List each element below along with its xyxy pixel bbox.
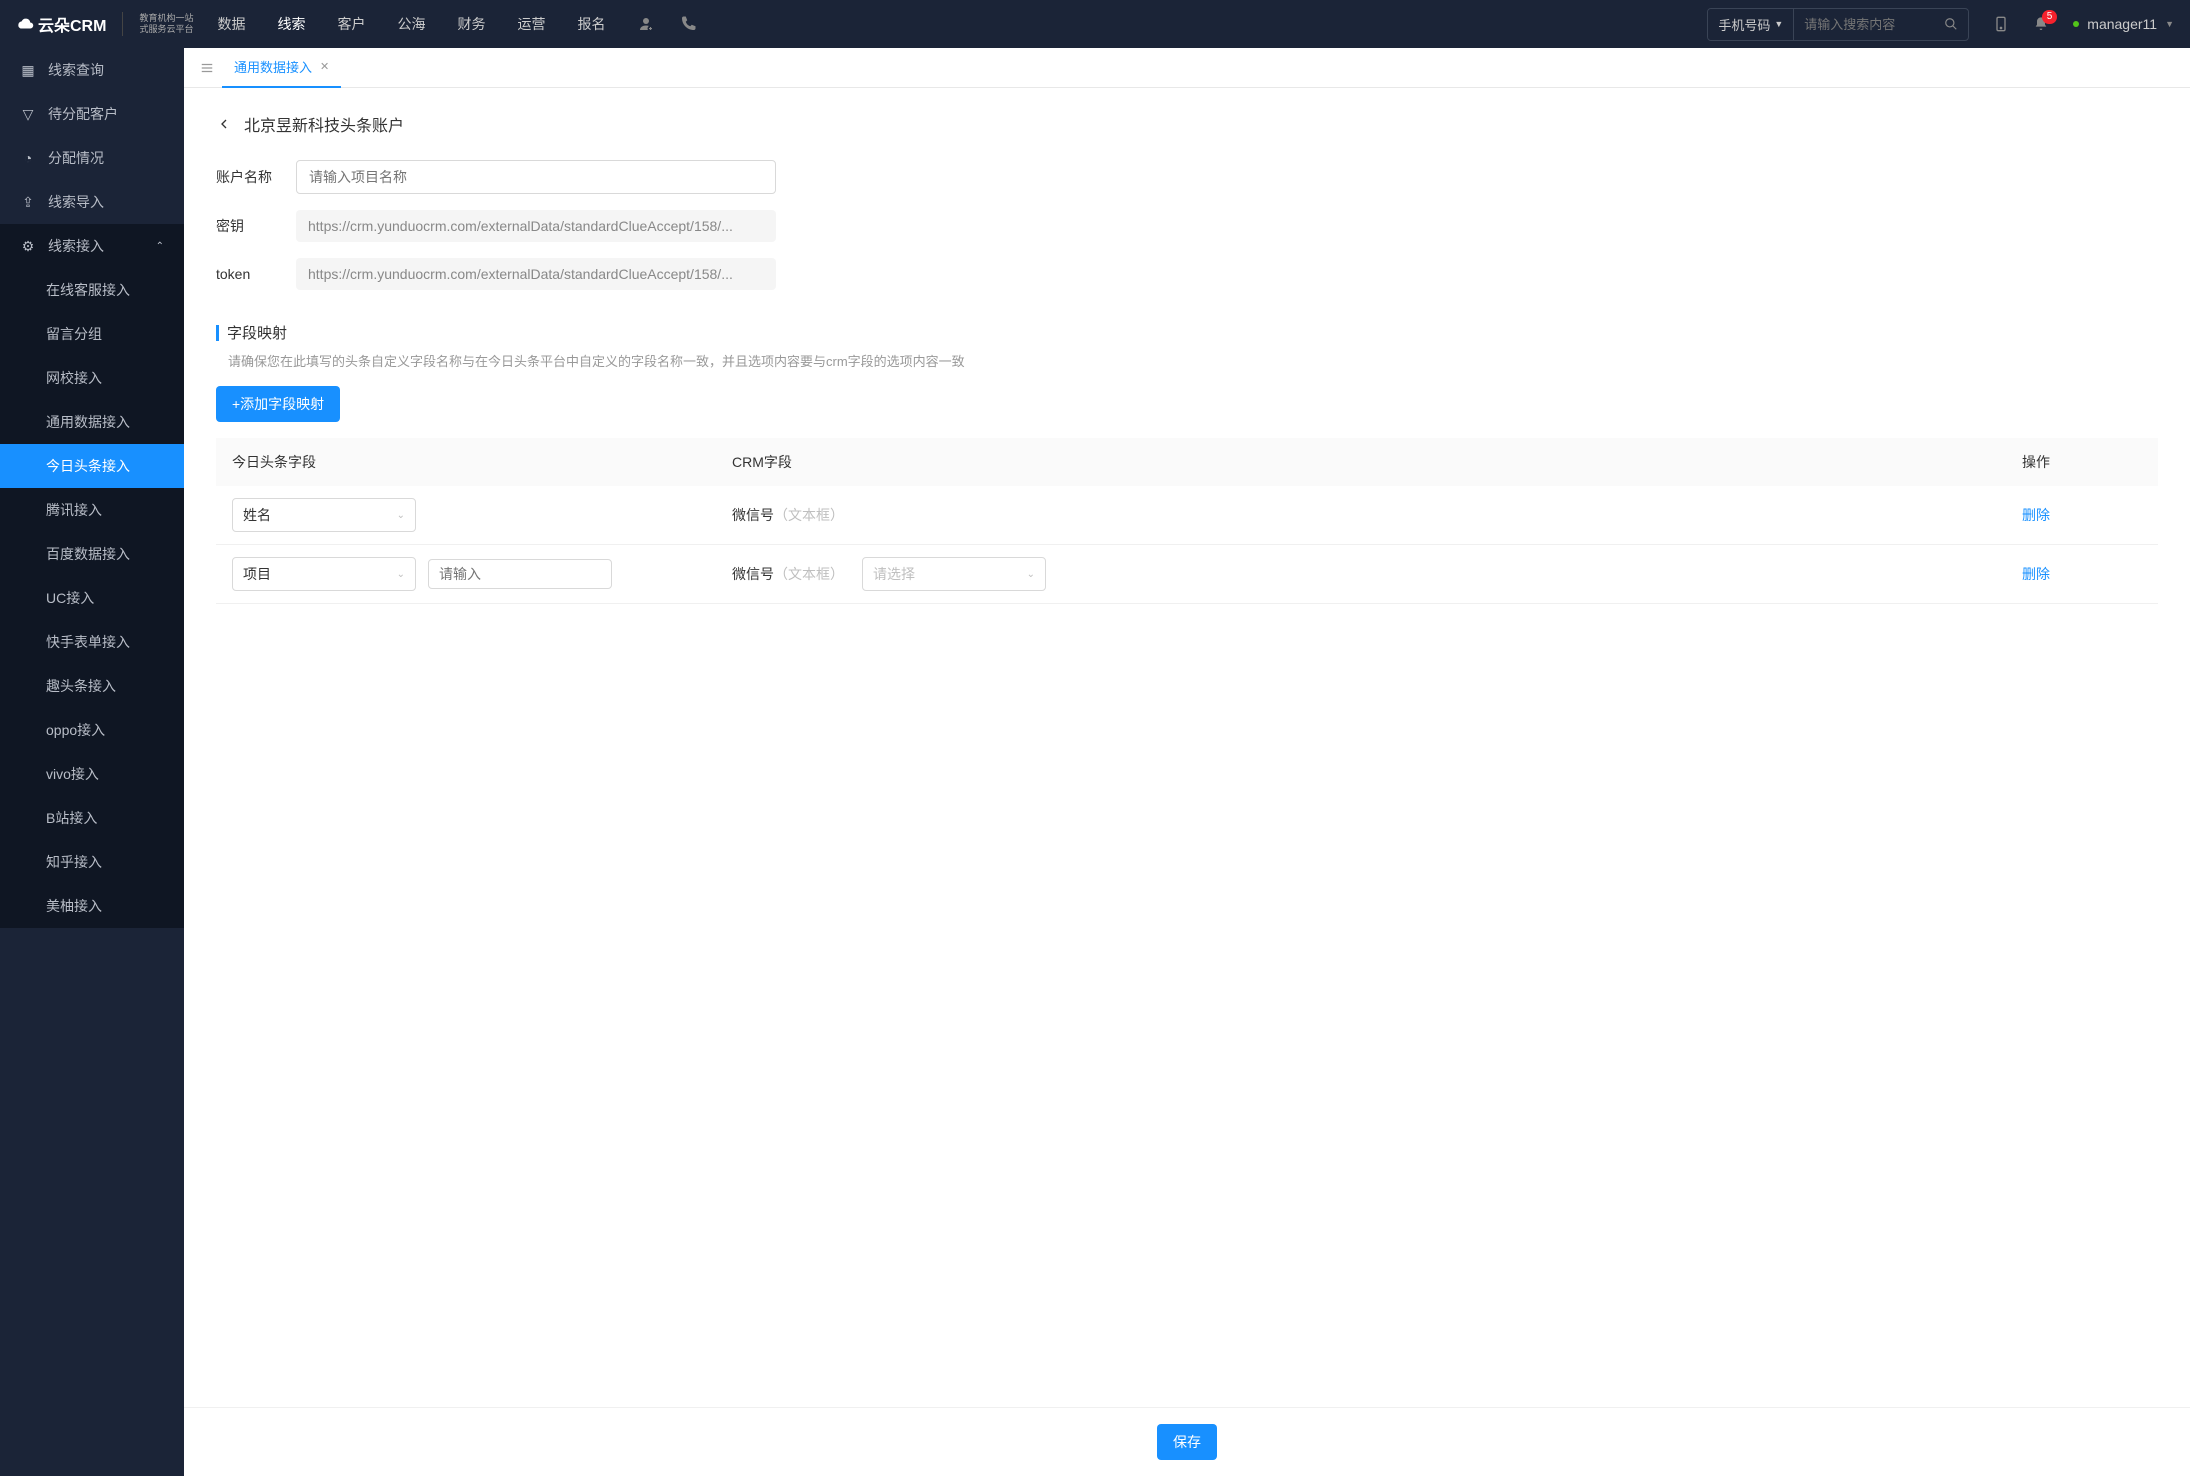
search-box: 手机号码 ▼ <box>1707 8 1969 41</box>
tabs-bar: 通用数据接入 ✕ <box>184 48 2190 88</box>
delete-link[interactable]: 删除 <box>2022 507 2050 523</box>
sidebar-sub-item[interactable]: 美柚接入 <box>46 884 184 928</box>
nav-item-1[interactable]: 线索 <box>277 0 305 48</box>
nav-item-2[interactable]: 客户 <box>337 0 365 48</box>
sidebar-sub-item[interactable]: 趣头条接入 <box>46 664 184 708</box>
footer: 保存 <box>184 1407 2190 1476</box>
th-crm: CRM字段 <box>732 452 2022 472</box>
nav-item-6[interactable]: 报名 <box>577 0 605 48</box>
section-title: 字段映射 <box>216 322 2158 343</box>
sidebar-icon: ▦ <box>20 62 36 79</box>
token-label: token <box>216 266 296 282</box>
nav-item-4[interactable]: 财务 <box>457 0 485 48</box>
token-value: https://crm.yunduocrm.com/externalData/s… <box>296 258 776 290</box>
sidebar-icon: ▽ <box>20 106 36 123</box>
back-arrow-icon[interactable] <box>216 116 232 132</box>
section-hint: 请确保您在此填写的头条自定义字段名称与在今日头条平台中自定义的字段名称一致，并且… <box>228 351 2158 370</box>
breadcrumb: 北京昱新科技头条账户 <box>216 112 2158 136</box>
sidebar-sub-item[interactable]: oppo接入 <box>46 708 184 752</box>
sidebar-label: 线索查询 <box>48 60 104 80</box>
mapping-table: 今日头条字段 CRM字段 操作 姓名⌄微信号（文本框）删除项目⌄微信号（文本框）… <box>216 438 2158 604</box>
sidebar-icon: ⚙ <box>20 238 36 255</box>
sidebar-sub-item[interactable]: UC接入 <box>46 576 184 620</box>
table-row: 姓名⌄ 微信号（文本框） 删除 <box>216 486 2158 545</box>
nav-item-5[interactable]: 运营 <box>517 0 545 48</box>
sidebar-label: 分配情况 <box>48 148 104 168</box>
page-title: 北京昱新科技头条账户 <box>244 112 404 136</box>
nav-item-0[interactable]: 数据 <box>217 0 245 48</box>
notification-bell[interactable]: 5 <box>2033 16 2049 32</box>
close-icon[interactable]: ✕ <box>320 60 329 73</box>
username: manager11 <box>2087 16 2157 32</box>
sidebar-sub-item[interactable]: 在线客服接入 <box>46 268 184 312</box>
user-menu[interactable]: manager11 ▼ <box>2073 16 2174 32</box>
notification-badge: 5 <box>2042 10 2058 24</box>
sidebar-item-3[interactable]: ⇪ 线索导入 <box>0 180 184 224</box>
logo-subtitle: 教育机构一站 式服务云平台 <box>139 13 193 35</box>
mobile-icon[interactable] <box>1993 16 2009 32</box>
phone-icon[interactable] <box>679 15 697 33</box>
sidebar: ▦ 线索查询 ▽ 待分配客户 ◔ 分配情况 ⇪ 线索导入 ⚙ 线索接入 ⌃ 在线客服接入留言分组网校接… <box>0 48 184 1476</box>
add-mapping-button[interactable]: +添加字段映射 <box>216 386 340 422</box>
sidebar-icon: ⇪ <box>20 194 36 211</box>
sidebar-item-1[interactable]: ▽ 待分配客户 <box>0 92 184 136</box>
content: 通用数据接入 ✕ 北京昱新科技头条账户 账户名称 密钥 https://crm.… <box>184 48 2190 1476</box>
search-type-select[interactable]: 手机号码 ▼ <box>1708 9 1794 40</box>
table-row: 项目⌄ 微信号（文本框） 请选择⌄ 删除 <box>216 545 2158 604</box>
crm-select[interactable]: 请选择⌄ <box>862 557 1046 591</box>
account-label: 账户名称 <box>216 167 296 187</box>
search-input[interactable] <box>1794 11 1934 38</box>
crm-field-hint: （文本框） <box>774 564 844 584</box>
sidebar-sub-item[interactable]: 网校接入 <box>46 356 184 400</box>
sidebar-item-4[interactable]: ⚙ 线索接入 ⌃ <box>0 224 184 268</box>
table-header: 今日头条字段 CRM字段 操作 <box>216 438 2158 486</box>
crm-field-label: 微信号 <box>732 564 774 584</box>
save-button[interactable]: 保存 <box>1157 1424 1217 1460</box>
secret-label: 密钥 <box>216 216 296 236</box>
status-dot-icon <box>2073 21 2079 27</box>
delete-link[interactable]: 删除 <box>2022 566 2050 582</box>
sidebar-sub-item[interactable]: 今日头条接入 <box>0 444 184 488</box>
th-toutiao: 今日头条字段 <box>232 452 732 472</box>
account-name-input[interactable] <box>296 160 776 194</box>
sidebar-sub-item[interactable]: B站接入 <box>46 796 184 840</box>
top-nav: 数据线索客户公海财务运营报名 <box>217 0 605 48</box>
crm-field-hint: （文本框） <box>774 505 844 525</box>
th-action: 操作 <box>2022 452 2142 472</box>
user-add-icon[interactable] <box>637 15 655 33</box>
sidebar-item-0[interactable]: ▦ 线索查询 <box>0 48 184 92</box>
sidebar-sub-item[interactable]: vivo接入 <box>46 752 184 796</box>
tab-active[interactable]: 通用数据接入 ✕ <box>222 48 341 88</box>
sidebar-icon: ◔ <box>20 150 36 166</box>
sidebar-label: 线索导入 <box>48 192 104 212</box>
search-button[interactable] <box>1934 11 1968 37</box>
field-select[interactable]: 项目⌄ <box>232 557 416 591</box>
sidebar-sub-item[interactable]: 腾讯接入 <box>46 488 184 532</box>
sidebar-sub-item[interactable]: 知乎接入 <box>46 840 184 884</box>
tab-label: 通用数据接入 <box>234 57 312 76</box>
header: 云朵CRM 教育机构一站 式服务云平台 数据线索客户公海财务运营报名 手机号码 … <box>0 0 2190 48</box>
sidebar-sub-item[interactable]: 百度数据接入 <box>46 532 184 576</box>
nav-item-3[interactable]: 公海 <box>397 0 425 48</box>
sidebar-sub-item[interactable]: 留言分组 <box>46 312 184 356</box>
field-select[interactable]: 姓名⌄ <box>232 498 416 532</box>
chevron-icon: ⌃ <box>156 241 164 252</box>
sidebar-label: 线索接入 <box>48 236 104 256</box>
crm-field-label: 微信号 <box>732 505 774 525</box>
sidebar-item-2[interactable]: ◔ 分配情况 <box>0 136 184 180</box>
sidebar-sub-item[interactable]: 通用数据接入 <box>46 400 184 444</box>
sidebar-label: 待分配客户 <box>48 104 118 124</box>
field-input[interactable] <box>428 559 612 589</box>
logo: 云朵CRM 教育机构一站 式服务云平台 <box>16 12 193 36</box>
secret-value: https://crm.yunduocrm.com/externalData/s… <box>296 210 776 242</box>
sidebar-sub-item[interactable]: 快手表单接入 <box>46 620 184 664</box>
collapse-icon[interactable] <box>192 61 222 75</box>
logo-text: 云朵CRM <box>16 12 106 36</box>
